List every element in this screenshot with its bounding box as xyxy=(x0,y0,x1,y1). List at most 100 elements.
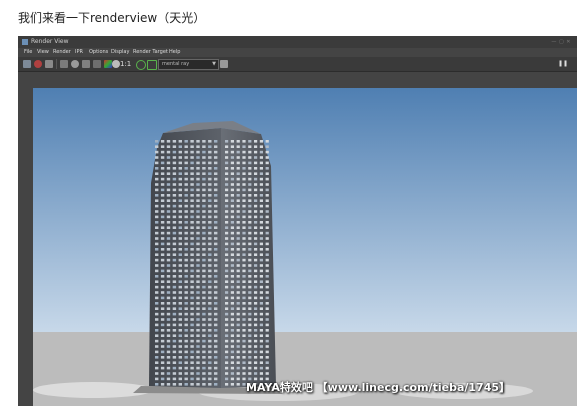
window-pane xyxy=(248,226,252,229)
window-pane xyxy=(160,307,165,310)
window-pane xyxy=(259,323,263,327)
window-pane xyxy=(166,329,171,332)
keep-image-icon[interactable] xyxy=(93,60,101,68)
window-pane xyxy=(265,258,269,262)
window-pane xyxy=(225,140,229,143)
window-pane xyxy=(230,264,234,267)
window-pane xyxy=(230,285,234,289)
window-pane xyxy=(242,361,246,364)
window-pane xyxy=(155,194,159,197)
alpha-channel-icon[interactable] xyxy=(112,60,120,68)
window-pane xyxy=(265,356,269,359)
window-pane xyxy=(190,183,194,186)
window-pane xyxy=(172,307,177,310)
window-pane xyxy=(202,377,206,381)
window-pane xyxy=(184,231,188,235)
window-pane xyxy=(225,296,229,300)
window-pane xyxy=(248,161,252,165)
window-pane xyxy=(242,312,246,316)
window-pane xyxy=(242,296,246,300)
window-pane xyxy=(155,188,159,192)
window-pane xyxy=(166,275,171,278)
window-pane xyxy=(178,194,182,197)
ratio-icon[interactable]: 1:1 xyxy=(120,58,131,70)
window-pane xyxy=(230,161,234,165)
menu-view[interactable]: View xyxy=(37,48,49,57)
window-pane xyxy=(166,145,171,148)
window-pane xyxy=(184,242,188,246)
render-settings-icon[interactable] xyxy=(220,60,228,68)
camera-icon[interactable] xyxy=(147,60,157,70)
window-pane xyxy=(242,329,246,332)
menu-options[interactable]: Options xyxy=(89,48,108,57)
menu-render[interactable]: Render xyxy=(53,48,71,57)
window-pane xyxy=(178,204,182,208)
menu-help[interactable]: Help xyxy=(169,48,180,57)
window-pane xyxy=(254,150,258,154)
window-pane xyxy=(214,156,218,159)
window-pane xyxy=(214,188,218,192)
renderer-value: mental ray xyxy=(162,61,190,67)
renderer-dropdown[interactable]: mental ray ▼ xyxy=(158,59,219,70)
menu-display[interactable]: Display xyxy=(111,48,129,57)
window-pane xyxy=(214,323,218,327)
window-pane xyxy=(208,377,212,381)
window-pane xyxy=(160,194,165,197)
window-pane xyxy=(196,323,200,327)
window-pane xyxy=(184,237,188,240)
menu-render-target[interactable]: Render Target xyxy=(133,48,168,57)
window-pane xyxy=(265,339,269,343)
window-pane xyxy=(184,383,188,386)
window-pane xyxy=(178,329,182,332)
ipr-icon[interactable] xyxy=(82,60,90,68)
window-pane xyxy=(214,329,218,332)
refresh-icon[interactable] xyxy=(71,60,79,68)
pause-icon[interactable]: ❚❚ xyxy=(558,60,568,67)
rgb-channels-icon[interactable] xyxy=(104,60,112,68)
window-pane xyxy=(196,345,200,348)
window-pane xyxy=(242,345,246,348)
window-pane xyxy=(242,188,246,192)
window-pane xyxy=(184,221,188,224)
window-pane xyxy=(242,318,246,321)
window-pane xyxy=(155,237,159,240)
green-check-icon[interactable] xyxy=(136,60,146,70)
menu-file[interactable]: File xyxy=(24,48,32,57)
snapshot-icon[interactable] xyxy=(45,60,53,68)
window-pane xyxy=(259,210,263,213)
window-pane xyxy=(225,188,229,192)
window-pane xyxy=(196,280,200,283)
window-pane xyxy=(172,188,177,192)
window-controls[interactable]: — ▢ ✕ xyxy=(551,36,571,48)
window-pane xyxy=(202,275,206,278)
window-pane xyxy=(225,258,229,262)
window-pane xyxy=(196,172,200,175)
window-pane xyxy=(236,156,240,159)
window-pane xyxy=(214,161,218,165)
window-pane xyxy=(259,318,263,321)
window-pane xyxy=(254,210,258,213)
window-pane xyxy=(184,318,188,321)
render-viewport[interactable] xyxy=(33,88,577,406)
render-region-icon[interactable] xyxy=(60,60,68,68)
window-pane xyxy=(208,280,212,283)
render-icon[interactable] xyxy=(23,60,31,68)
window-pane xyxy=(230,172,234,175)
window-pane xyxy=(155,258,159,262)
window-pane xyxy=(254,188,258,192)
window-pane xyxy=(236,161,240,165)
window-pane xyxy=(155,150,159,154)
window-pane xyxy=(202,177,206,181)
stop-icon[interactable] xyxy=(34,60,42,68)
window-pane xyxy=(196,296,200,300)
window-pane xyxy=(236,312,240,316)
window-pane xyxy=(160,253,165,256)
window-pane xyxy=(230,145,234,148)
menu-ipr[interactable]: IPR xyxy=(75,48,83,57)
window-pane xyxy=(202,366,206,370)
window-pane xyxy=(208,323,212,327)
window-pane xyxy=(236,345,240,348)
window-pane xyxy=(178,226,182,229)
window-pane xyxy=(160,312,165,316)
window-pane xyxy=(254,269,258,273)
